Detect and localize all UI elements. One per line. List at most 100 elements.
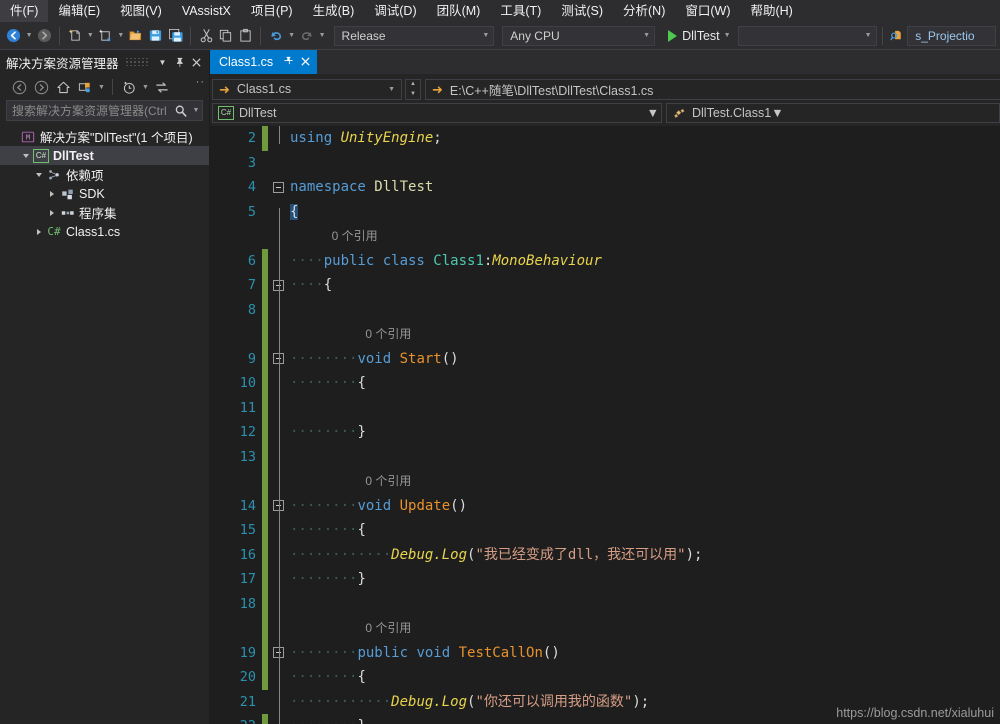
codelens-label[interactable]: 0 个引用: [290, 327, 411, 341]
member-selector-combo[interactable]: DllTest.Class1 ▼: [666, 103, 1000, 123]
menu-item-12[interactable]: 帮助(H): [740, 0, 802, 22]
code-token: namespace: [290, 179, 375, 195]
navigate-forward-icon[interactable]: [35, 25, 55, 47]
start-debug-caret[interactable]: ▼: [722, 25, 733, 47]
solution-platform-combo[interactable]: Any CPU ▼: [502, 25, 656, 46]
outlining-margin[interactable]: [268, 126, 290, 724]
save-all-icon[interactable]: [166, 25, 186, 47]
menu-item-9[interactable]: 测试(S): [551, 0, 613, 22]
code-token: }: [357, 424, 366, 440]
tree-item-2[interactable]: 依赖项: [0, 165, 209, 184]
chevron-down-icon[interactable]: ▼: [154, 53, 171, 71]
file-selector-combo[interactable]: ➜ Class1.cs ▼: [212, 78, 402, 100]
codelens-label[interactable]: 0 个引用: [290, 229, 378, 243]
menu-item-6[interactable]: 调试(D): [364, 0, 426, 22]
quick-launch-input[interactable]: s_Projectio: [907, 25, 997, 46]
paste-icon[interactable]: [236, 25, 256, 47]
cut-icon[interactable]: [196, 25, 216, 47]
code-token: {: [323, 277, 333, 293]
pin-icon[interactable]: [282, 55, 293, 69]
show-all-caret[interactable]: ▼: [96, 77, 107, 98]
tree-item-3[interactable]: SDK: [0, 184, 209, 203]
menu-item-2[interactable]: 视图(V): [110, 0, 172, 22]
new-project-caret[interactable]: ▼: [85, 25, 96, 47]
code-token: ········: [290, 424, 358, 440]
search-icon[interactable]: [172, 104, 190, 118]
solution-configuration-combo[interactable]: Release ▼: [333, 25, 495, 46]
menu-item-1[interactable]: 编辑(E): [48, 0, 110, 22]
redo-icon[interactable]: [297, 25, 317, 47]
tree-item-1[interactable]: C# DllTest: [0, 146, 209, 165]
spinner-down-icon[interactable]: ▼: [406, 89, 420, 99]
menu-item-11[interactable]: 窗口(W): [675, 0, 740, 22]
watermark-text: https://blog.csdn.net/xialuhui: [836, 706, 994, 720]
tree-item-5[interactable]: C# Class1.cs: [0, 222, 209, 241]
show-all-files-icon[interactable]: [74, 77, 96, 98]
codelens-reference[interactable]: 0 个引用: [290, 224, 1000, 249]
codelens-gutter-spacer: [210, 224, 256, 249]
close-icon[interactable]: [188, 53, 205, 71]
type-selector-combo[interactable]: C# DllTest ▼: [212, 103, 662, 123]
drag-grip[interactable]: [124, 58, 148, 66]
code-token: {: [357, 375, 366, 391]
tree-item-label: SDK: [79, 186, 105, 201]
codelens-reference[interactable]: 0 个引用: [290, 322, 1000, 347]
copy-icon[interactable]: [216, 25, 236, 47]
redo-caret[interactable]: ▼: [317, 25, 328, 47]
code-token: ········: [290, 669, 358, 685]
codelens-label[interactable]: 0 个引用: [290, 474, 411, 488]
codelens-reference[interactable]: 0 个引用: [290, 469, 1000, 494]
code-line: ········{: [290, 518, 1000, 543]
pending-changes-icon[interactable]: [118, 77, 140, 98]
line-number: 18: [239, 595, 256, 612]
pin-icon[interactable]: [171, 53, 188, 71]
solution-explorer-search[interactable]: ▼: [6, 100, 203, 121]
back-dropdown-caret[interactable]: ▼: [24, 25, 35, 47]
tab-class1-cs[interactable]: Class1.cs: [210, 50, 318, 74]
new-item-caret[interactable]: ▼: [115, 25, 126, 47]
home-icon[interactable]: [52, 77, 74, 98]
expander-expand-icon[interactable]: [45, 190, 58, 197]
forward-arrow-icon[interactable]: [30, 77, 52, 98]
code-text-area[interactable]: using UnityEngine; namespace DllTest {0 个引…: [290, 126, 1000, 724]
search-input[interactable]: [7, 103, 172, 118]
expander-expand-icon[interactable]: [32, 228, 45, 235]
menu-item-4[interactable]: 项目(P): [241, 0, 303, 22]
overflow-chevron-icon[interactable]: ··: [196, 76, 205, 88]
codelens-reference[interactable]: 0 个引用: [290, 616, 1000, 641]
expander-collapse-icon[interactable]: [32, 172, 45, 177]
refresh-sync-icon[interactable]: [151, 77, 173, 98]
undo-caret[interactable]: ▼: [286, 25, 297, 47]
back-arrow-icon[interactable]: [8, 77, 30, 98]
expander-expand-icon[interactable]: [45, 209, 58, 216]
codelens-label[interactable]: 0 个引用: [290, 621, 411, 635]
new-item-icon[interactable]: [96, 25, 116, 47]
navigate-back-icon[interactable]: [4, 25, 24, 47]
expander-collapse-icon[interactable]: [19, 153, 32, 158]
tree-item-0[interactable]: M 解决方案"DllTest"(1 个项目): [0, 127, 209, 146]
menu-item-10[interactable]: 分析(N): [613, 0, 675, 22]
new-project-icon[interactable]: [65, 25, 85, 47]
menu-item-7[interactable]: 团队(M): [427, 0, 491, 22]
undo-icon[interactable]: [266, 25, 286, 47]
close-icon[interactable]: [300, 56, 311, 69]
search-options-caret[interactable]: ▼: [190, 107, 202, 114]
menu-item-3[interactable]: VAssistX: [172, 0, 241, 22]
code-token: ;: [433, 130, 442, 146]
open-folder-icon[interactable]: [126, 25, 146, 47]
start-debug-button[interactable]: DllTest: [664, 25, 722, 47]
save-icon[interactable]: [146, 25, 166, 47]
menu-item-5[interactable]: 生成(B): [303, 0, 365, 22]
quick-launch-icon[interactable]: [888, 25, 908, 47]
code-token: DllTest: [374, 179, 434, 195]
outlining-collapse-box[interactable]: [273, 181, 284, 193]
menu-item-8[interactable]: 工具(T): [490, 0, 551, 22]
code-editor[interactable]: 2345678910111213141516171819202122232425…: [210, 126, 1000, 724]
menu-item-0[interactable]: 件(F): [0, 0, 49, 22]
tree-item-4[interactable]: 程序集: [0, 203, 209, 222]
file-spinner[interactable]: ▲ ▼: [405, 78, 421, 100]
spinner-up-icon[interactable]: ▲: [406, 80, 420, 90]
misc-combo[interactable]: ▼: [738, 25, 877, 46]
pending-changes-caret[interactable]: ▼: [140, 77, 151, 98]
